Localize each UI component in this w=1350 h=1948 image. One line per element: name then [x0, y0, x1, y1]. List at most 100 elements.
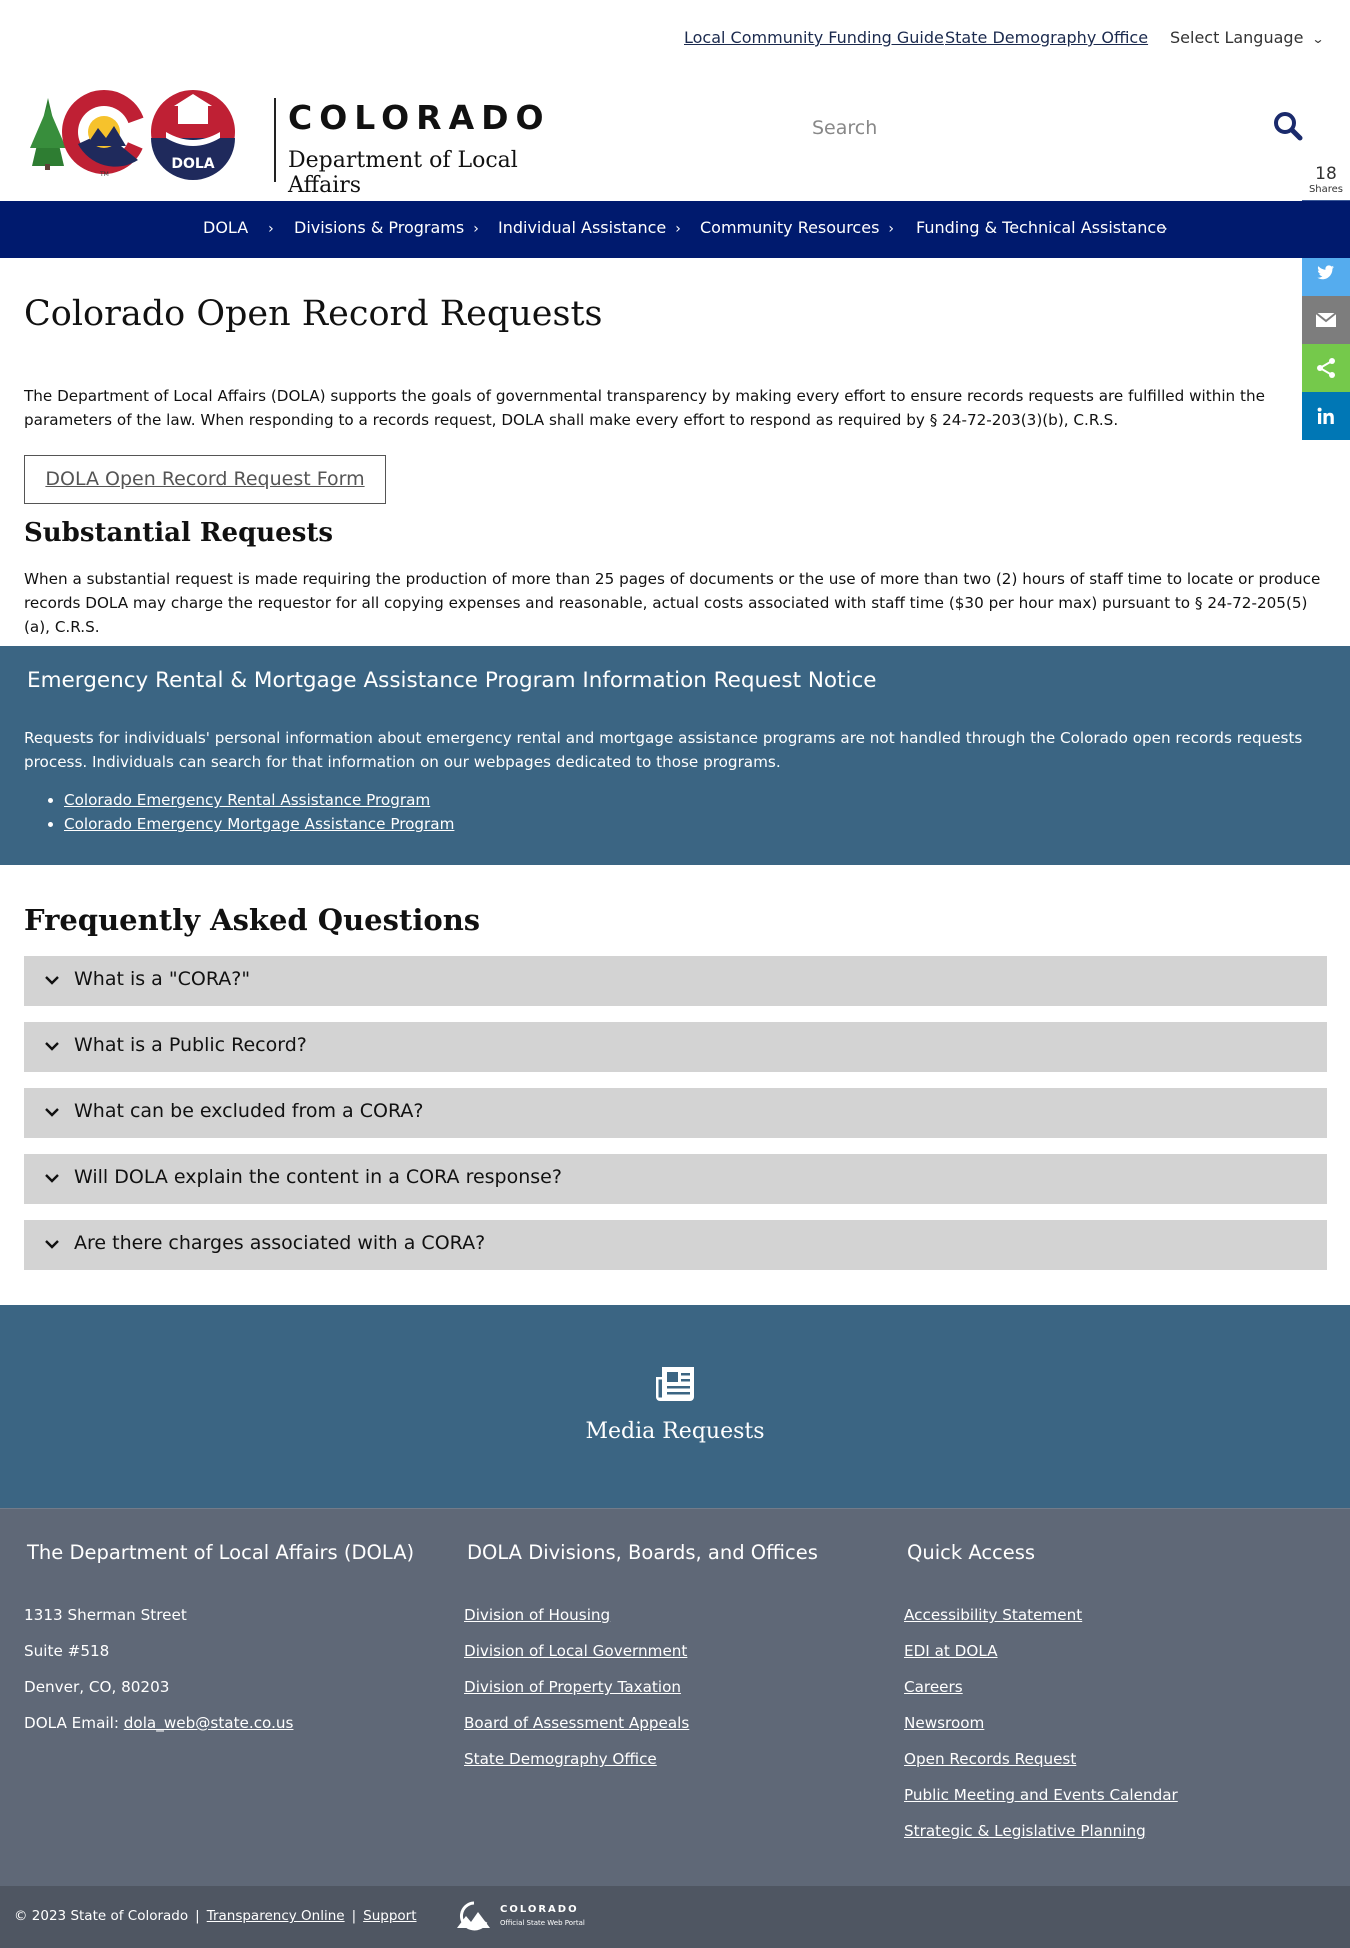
footer-link-division-of-housing[interactable]: Division of Housing	[464, 1606, 610, 1624]
faq-question: What can be excluded from a CORA?	[74, 1100, 424, 1122]
footer-link-strategic-legislative-planning[interactable]: Strategic & Legislative Planning	[904, 1822, 1146, 1840]
chevron-right-icon: ›	[268, 221, 274, 237]
share-count-number: 18	[1315, 164, 1337, 184]
dola-logo[interactable]: TM DOLA COLORADO Department of Local Aff…	[28, 86, 578, 198]
main-nav: DOLA › Divisions & Programs › Individual A…	[0, 201, 1350, 258]
copyright-text: © 2023 State of Colorado	[14, 1908, 189, 1924]
search-button[interactable]	[1272, 110, 1308, 146]
colorado-portal-logo[interactable]: COLORADO Official State Web Portal	[454, 1900, 604, 1936]
footer-link-accessibility-statement[interactable]: Accessibility Statement	[904, 1606, 1082, 1624]
chevron-down-icon: ⌄	[1311, 32, 1325, 46]
portal-logo-word: COLORADO	[500, 1904, 579, 1915]
address-line: Denver, CO, 80203	[24, 1678, 170, 1696]
bottom-bar: © 2023 State of Colorado | Transparency On…	[0, 1886, 1350, 1948]
footer-link-edi-at-dola[interactable]: EDI at DOLA	[904, 1642, 998, 1660]
email-share-button[interactable]	[1302, 296, 1350, 344]
chevron-down-icon	[45, 1240, 59, 1249]
notice-paragraph: Requests for individuals' personal infor…	[24, 729, 1303, 771]
chevron-down-icon	[45, 1042, 59, 1051]
share-count: 18 Shares	[1302, 164, 1350, 195]
email-icon	[1315, 312, 1337, 327]
language-select[interactable]: Select Language ⌄	[1170, 28, 1325, 47]
transparency-online-link[interactable]: Transparency Online	[207, 1908, 345, 1924]
nav-item-individual-assistance[interactable]: Individual Assistance ›	[498, 218, 681, 237]
list-item: Colorado Emergency Mortgage Assistance P…	[64, 812, 454, 836]
dola-badge-text: DOLA	[171, 156, 214, 172]
chevron-right-icon: ›	[473, 221, 479, 237]
footer-column-title: DOLA Divisions, Boards, and Offices	[467, 1541, 818, 1564]
notice-links: Colorado Emergency Rental Assistance Pro…	[64, 788, 454, 836]
colorado-portal-logo-icon	[457, 1901, 490, 1931]
nav-item-label: Funding & Technical Assistance	[916, 218, 1166, 237]
faq-question: What is a "CORA?"	[74, 968, 251, 990]
chevron-down-icon	[45, 1108, 59, 1117]
chevron-down-icon	[45, 976, 59, 985]
page-title: Colorado Open Record Requests	[24, 294, 603, 334]
chevron-right-icon: ›	[1161, 221, 1168, 237]
nav-item-label: Individual Assistance	[498, 218, 667, 237]
separator: |	[351, 1908, 357, 1924]
footer-link-board-of-assessment-appeals[interactable]: Board of Assessment Appeals	[464, 1714, 689, 1732]
colorado-dola-logo-mark: TM DOLA	[30, 90, 235, 180]
media-requests-section[interactable]: Media Requests	[0, 1305, 1350, 1508]
chevron-down-icon	[45, 1174, 59, 1183]
separator: |	[195, 1908, 200, 1924]
footer-link-state-demography-office[interactable]: State Demography Office	[464, 1750, 657, 1768]
notice-title: Emergency Rental & Mortgage Assistance P…	[27, 668, 877, 693]
footer-link-division-of-property-taxation[interactable]: Division of Property Taxation	[464, 1678, 681, 1696]
list-item: Colorado Emergency Rental Assistance Pro…	[64, 788, 454, 812]
search-input[interactable]	[790, 106, 1260, 150]
nav-item-community-resources[interactable]: Community Resources ›	[700, 218, 894, 237]
media-requests-label: Media Requests	[585, 1419, 765, 1444]
faq-item-what-is-cora[interactable]: What is a "CORA?"	[24, 956, 1327, 1006]
portal-logo-subtitle: Official State Web Portal	[500, 1919, 585, 1927]
state-demography-office-link[interactable]: State Demography Office	[945, 28, 1148, 47]
nav-item-funding-technical-assistance[interactable]: Funding & Technical Assistance›	[916, 218, 1168, 237]
intro-paragraph: The Department of Local Affairs (DOLA) s…	[24, 387, 1265, 429]
faq-item-explain-content[interactable]: Will DOLA explain the content in a CORA …	[24, 1154, 1327, 1204]
nav-item-label: Community Resources	[700, 218, 880, 237]
nav-item-label: DOLA	[203, 218, 249, 237]
faq-item-charges[interactable]: Are there charges associated with a CORA…	[24, 1220, 1327, 1270]
support-link[interactable]: Support	[363, 1908, 416, 1924]
logo-department-name: Department of Local Affairs	[288, 148, 518, 198]
search-bar	[790, 106, 1330, 150]
footer-link-division-of-local-government[interactable]: Division of Local Government	[464, 1642, 687, 1660]
nav-item-label: Divisions & Programs	[294, 218, 465, 237]
faq-item-excluded[interactable]: What can be excluded from a CORA?	[24, 1088, 1327, 1138]
emergency-assistance-notice: Emergency Rental & Mortgage Assistance P…	[0, 646, 1350, 865]
footer-link-careers[interactable]: Careers	[904, 1678, 963, 1696]
substantial-requests-paragraph: When a substantial request is made requi…	[24, 570, 1321, 636]
svg-text:TM: TM	[99, 171, 109, 178]
footer-link-newsroom[interactable]: Newsroom	[904, 1714, 984, 1732]
email-label: DOLA Email:	[24, 1714, 124, 1732]
faq-heading: Frequently Asked Questions	[24, 903, 481, 937]
substantial-requests-heading: Substantial Requests	[24, 518, 333, 548]
logo-divider	[274, 98, 276, 182]
search-icon	[1274, 112, 1303, 141]
nav-item-divisions-programs[interactable]: Divisions & Programs ›	[294, 218, 479, 237]
share-count-label: Shares	[1308, 184, 1344, 195]
footer-column-title: Quick Access	[907, 1541, 1036, 1564]
emergency-rental-assistance-link[interactable]: Colorado Emergency Rental Assistance Pro…	[64, 791, 430, 809]
footer-column-title: The Department of Local Affairs (DOLA)	[27, 1541, 415, 1564]
chevron-right-icon: ›	[888, 221, 895, 237]
local-community-funding-guide-link[interactable]: Local Community Funding Guide	[684, 28, 944, 47]
newspaper-icon	[656, 1367, 694, 1401]
address-line: 1313 Sherman Street	[24, 1606, 187, 1624]
utility-bar: Local Community Funding Guide State Demo…	[0, 0, 1350, 76]
footer-link-public-meeting-calendar[interactable]: Public Meeting and Events Calendar	[904, 1786, 1178, 1804]
faq-question: Will DOLA explain the content in a CORA …	[74, 1166, 562, 1188]
nav-item-dola[interactable]: DOLA ›	[203, 218, 274, 237]
site-header: TM DOLA COLORADO Department of Local Aff…	[0, 76, 1350, 201]
email-link[interactable]: dola_web@state.co.us	[124, 1714, 294, 1732]
twitter-icon	[1317, 265, 1334, 280]
emergency-mortgage-assistance-link[interactable]: Colorado Emergency Mortgage Assistance P…	[64, 815, 454, 833]
chevron-right-icon: ›	[675, 221, 681, 237]
open-record-request-form-button[interactable]: DOLA Open Record Request Form	[24, 455, 386, 504]
email-row: DOLA Email: dola_web@state.co.us	[24, 1714, 293, 1732]
faq-question: Are there charges associated with a CORA…	[74, 1232, 486, 1254]
faq-item-public-record[interactable]: What is a Public Record?	[24, 1022, 1327, 1072]
footer-link-open-records-request[interactable]: Open Records Request	[904, 1750, 1076, 1768]
share-icon	[1317, 358, 1335, 378]
